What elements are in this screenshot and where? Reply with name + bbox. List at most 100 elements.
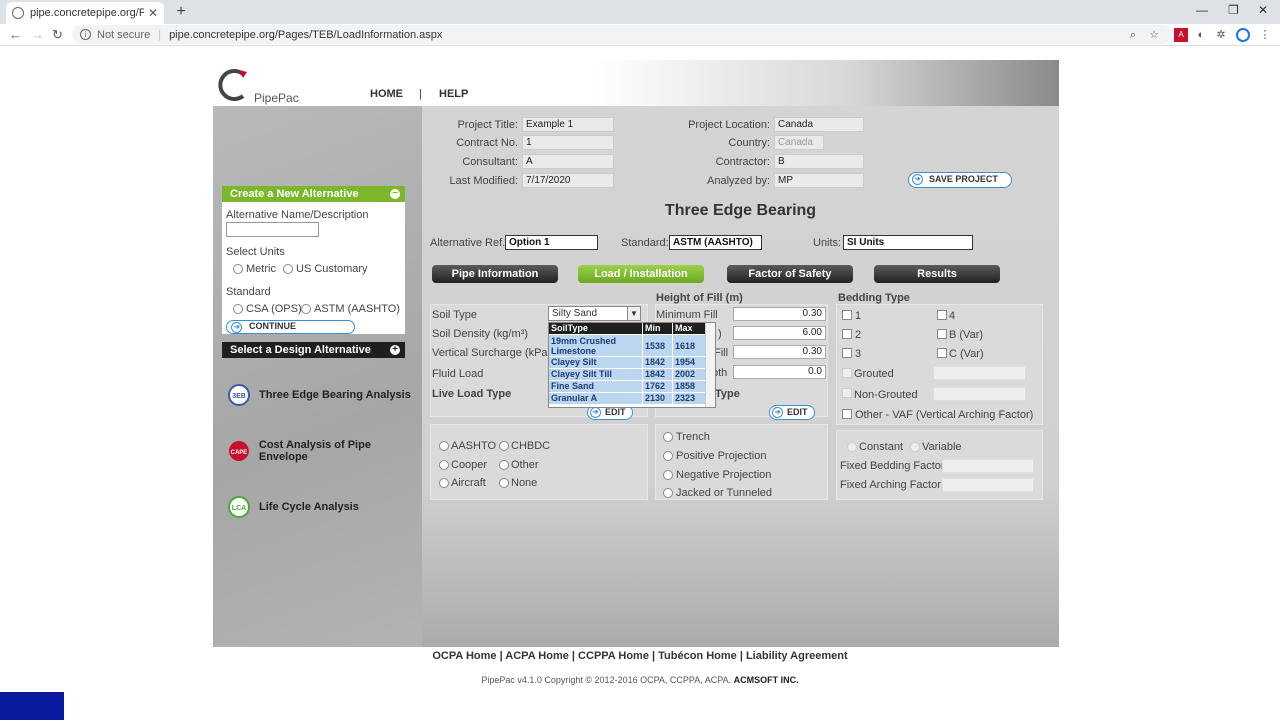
units-field[interactable]: SI Units (843, 235, 973, 250)
extension-icon[interactable]: ◐ (1194, 28, 1208, 42)
dropdown-option[interactable]: Fine Sand 1762 1858 (549, 380, 715, 392)
bedding-1-label: 1 (855, 310, 862, 322)
positive-projection-label: Positive Projection (676, 450, 767, 462)
pdf-extension-icon[interactable]: A (1174, 28, 1188, 42)
trench-radio[interactable] (663, 432, 673, 442)
contractor-field[interactable]: B (774, 154, 864, 169)
cooper-label: Cooper (451, 459, 488, 471)
bedding-2-checkbox[interactable] (842, 329, 852, 339)
csa-radio[interactable] (233, 304, 243, 314)
nav-help-link[interactable]: HELP (439, 88, 468, 100)
dropdown-scrollbar[interactable] (705, 323, 715, 407)
consultant-field[interactable]: A (522, 154, 614, 169)
zoom-icon[interactable]: ⌕ (1126, 28, 1140, 42)
browser-tab[interactable]: pipe.concretepipe.org/Pages/TE ✕ (6, 2, 164, 24)
pipepac-page: PipePac HOME | HELP Create a New Alterna… (213, 60, 1059, 647)
location-field[interactable]: Canada (774, 117, 864, 132)
svg-text:CAPE: CAPE (231, 450, 248, 456)
alt-ref-field[interactable]: Option 1 (505, 235, 598, 250)
save-project-button[interactable]: ➔ SAVE PROJECT (908, 172, 1012, 188)
bedding-3-label: 3 (855, 348, 862, 360)
standard-label: Standard (226, 286, 271, 298)
bedding-c-var-checkbox[interactable] (937, 348, 947, 358)
dropdown-option[interactable]: Granular A 2130 2323 (549, 392, 715, 404)
tab-results[interactable]: Results (874, 265, 1000, 283)
lca-icon: LCA (228, 496, 250, 518)
chbdc-radio[interactable] (499, 441, 509, 451)
contract-field[interactable]: 1 (522, 135, 614, 150)
aashto-radio[interactable] (439, 441, 449, 451)
continue-button[interactable]: ➔ CONTINUE (226, 320, 355, 334)
variable-label: Variable (922, 441, 962, 453)
bedding-4-checkbox[interactable] (937, 310, 947, 320)
cost-analysis-link[interactable]: CAPE Cost Analysis of Pipe Envelope (227, 439, 422, 463)
restore-icon[interactable]: ❐ (1228, 3, 1239, 17)
us-customary-radio[interactable] (283, 264, 293, 274)
project-title-field[interactable]: Example 1 (522, 117, 614, 132)
astm-radio[interactable] (301, 304, 311, 314)
country-select[interactable]: Canada ⌄ (774, 135, 824, 159)
forward-icon[interactable]: → (31, 27, 44, 42)
window-close-icon[interactable]: ✕ (1258, 3, 1268, 17)
minimize-icon[interactable]: — (1196, 3, 1208, 17)
analyzed-by-label: Analyzed by: (707, 175, 770, 187)
constant-radio[interactable] (847, 442, 857, 452)
bedding-b-var-checkbox[interactable] (937, 329, 947, 339)
menu-icon[interactable]: ⋮ (1258, 28, 1272, 42)
other-vaf-checkbox[interactable] (842, 409, 852, 419)
new-tab-icon[interactable]: + (172, 3, 190, 21)
dropdown-option[interactable]: Clayey Silt Till 1842 2002 (549, 368, 715, 380)
page-title: Three Edge Bearing (664, 202, 817, 219)
none-radio[interactable] (499, 478, 509, 488)
reload-icon[interactable]: ↻ (52, 27, 63, 43)
nav-home-link[interactable]: HOME (370, 88, 403, 100)
positive-projection-radio[interactable] (663, 451, 673, 461)
dropdown-arrow-icon[interactable]: ▼ (627, 307, 640, 320)
fill-field-4[interactable]: 0.0 (733, 365, 826, 379)
minimum-fill-label: Minimum Fill (656, 309, 718, 321)
create-alternative-header[interactable]: Create a New Alternative − (222, 186, 405, 202)
footer-links[interactable]: OCPA Home | ACPA Home | CCPPA Home | Tub… (0, 650, 1280, 662)
alt-standard-field[interactable]: ASTM (AASHTO) (669, 235, 762, 250)
tab-factor-of-safety[interactable]: Factor of Safety (727, 265, 853, 283)
bedding-1-checkbox[interactable] (842, 310, 852, 320)
close-icon[interactable]: ✕ (148, 6, 158, 20)
surcharge-label: Vertical Surcharge (kPa) (432, 347, 552, 359)
grouted-checkbox[interactable] (842, 368, 852, 378)
life-cycle-link[interactable]: LCA Life Cycle Analysis (227, 495, 359, 519)
profile-icon[interactable] (1236, 28, 1250, 42)
bedding-type-title: Bedding Type (838, 292, 910, 304)
installation-edit-button[interactable]: ➔ EDIT (769, 405, 815, 420)
star-icon[interactable]: ☆ (1147, 28, 1161, 42)
analyzed-by-field[interactable]: MP (774, 173, 864, 188)
back-icon[interactable]: ← (9, 27, 22, 42)
metric-radio[interactable] (233, 264, 243, 274)
aircraft-radio[interactable] (439, 478, 449, 488)
info-icon[interactable]: i (80, 29, 91, 40)
negative-projection-radio[interactable] (663, 470, 673, 480)
fill-field-2[interactable]: 6.00 (733, 326, 826, 340)
tab-load-installation[interactable]: Load / Installation (578, 265, 704, 283)
minimum-fill-field[interactable]: 0.30 (733, 307, 826, 321)
tab-pipe-information[interactable]: Pipe Information (432, 265, 558, 283)
cooper-radio[interactable] (439, 460, 449, 470)
design-alternative-header[interactable]: Select a Design Alternative + (222, 342, 405, 358)
three-edge-bearing-link[interactable]: 3EB Three Edge Bearing Analysis (227, 383, 411, 407)
variable-radio[interactable] (910, 442, 920, 452)
omnibox[interactable]: i Not secure | pipe.concretepipe.org/Pag… (72, 25, 1172, 44)
dropdown-option[interactable]: Clayey Silt 1842 1954 (549, 356, 715, 368)
jacked-radio[interactable] (663, 488, 673, 498)
other-radio[interactable] (499, 460, 509, 470)
dropdown-option[interactable]: 19mm Crushed Limestone 1538 1618 (549, 334, 715, 356)
address-bar-row: ← → ↻ i Not secure | pipe.concretepipe.o… (0, 24, 1280, 46)
bedding-3-checkbox[interactable] (842, 348, 852, 358)
non-grouted-checkbox[interactable] (842, 388, 852, 398)
alt-name-input[interactable] (226, 222, 319, 237)
soil-type-select[interactable]: Silty Sand ▼ (548, 306, 641, 321)
puzzle-icon[interactable]: ✲ (1214, 28, 1228, 42)
expand-icon[interactable]: + (390, 345, 400, 355)
tab-title: pipe.concretepipe.org/Pages/TE (30, 7, 144, 19)
fill-field-3[interactable]: 0.30 (733, 345, 826, 359)
main-content: Project Title: Example 1 Contract No. 1 … (422, 106, 1059, 647)
collapse-icon[interactable]: − (390, 189, 400, 199)
